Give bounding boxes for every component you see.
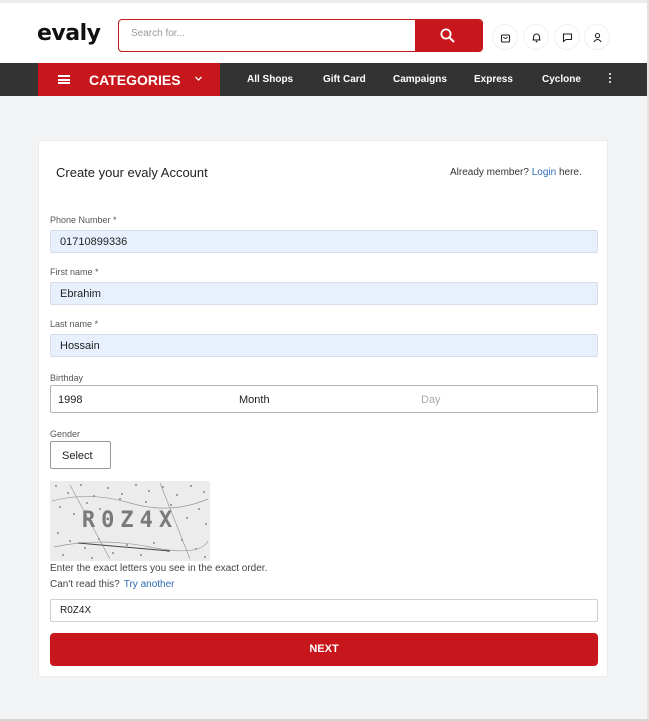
birthday-label: Birthday — [50, 373, 84, 383]
captcha-image: R0Z4X — [50, 481, 210, 561]
last-name-label: Last name * — [50, 319, 99, 329]
top-header: evaly Search for... — [0, 0, 649, 63]
next-button[interactable]: NEXT — [50, 633, 598, 666]
bell-icon — [532, 33, 541, 43]
birthday-month-select[interactable]: Month — [239, 394, 270, 406]
first-name-field[interactable]: Ebrahim — [50, 282, 598, 305]
search-bar: Search for... — [118, 19, 483, 52]
nav-cyclone[interactable]: Cyclone — [542, 74, 581, 85]
shopping-bag-icon — [500, 34, 511, 43]
first-name-label: First name * — [50, 267, 99, 277]
gender-select[interactable]: Select — [50, 441, 111, 469]
chevron-down-icon — [195, 76, 202, 81]
messages-button[interactable] — [554, 24, 580, 50]
captcha-input[interactable]: R0Z4X — [50, 599, 598, 622]
categories-button[interactable]: CATEGORIES — [38, 63, 220, 96]
cant-read-text: Can't read this? — [50, 579, 120, 590]
captcha-hint: Enter the exact letters you see in the e… — [50, 563, 268, 574]
search-icon — [440, 28, 455, 43]
search-input[interactable]: Search for... — [131, 28, 185, 39]
login-link[interactable]: Login — [532, 167, 556, 178]
captcha-retry: Can't read this? Try another — [50, 579, 175, 590]
nav-gift-card[interactable]: Gift Card — [323, 74, 366, 85]
signup-card: Create your evaly Account Already member… — [38, 140, 608, 677]
captcha-text: R0Z4X — [82, 508, 178, 533]
categories-label: CATEGORIES — [89, 72, 181, 88]
notifications-button[interactable] — [523, 24, 549, 50]
hamburger-icon — [58, 75, 70, 84]
more-menu-icon[interactable] — [609, 73, 612, 85]
birthday-year-select[interactable]: 1998 — [58, 394, 82, 406]
phone-field[interactable]: 01710899336 — [50, 230, 598, 253]
nav-campaigns[interactable]: Campaigns — [393, 74, 447, 85]
phone-label: Phone Number * — [50, 215, 117, 225]
birthday-field: 1998 Month Day — [50, 385, 598, 413]
account-button[interactable] — [584, 24, 610, 50]
page-title: Create your evaly Account — [56, 165, 208, 180]
gender-label: Gender — [50, 429, 81, 439]
main-nav: CATEGORIES All Shops Gift Card Campaigns… — [0, 63, 649, 96]
search-button[interactable] — [415, 20, 482, 51]
already-member: Already member? Login here. — [450, 167, 582, 178]
last-name-field[interactable]: Hossain — [50, 334, 598, 357]
already-member-text: Already member? — [450, 167, 529, 178]
here-text: here. — [556, 167, 582, 178]
try-another-link[interactable]: Try another — [124, 579, 175, 590]
nav-express[interactable]: Express — [474, 74, 513, 85]
user-icon — [593, 32, 602, 43]
evaly-logo[interactable]: evaly — [37, 21, 101, 46]
birthday-day-select[interactable]: Day — [421, 394, 441, 406]
chat-icon — [562, 33, 573, 43]
nav-all-shops[interactable]: All Shops — [247, 74, 293, 85]
cart-button[interactable] — [492, 24, 518, 50]
